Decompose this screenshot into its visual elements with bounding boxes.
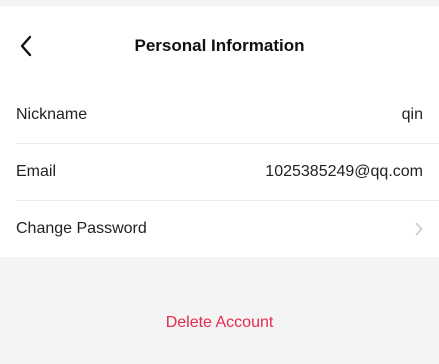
- page-title: Personal Information: [134, 36, 305, 55]
- change-password-row[interactable]: Change Password: [0, 200, 439, 257]
- email-row[interactable]: Email 1025385249@qq.com: [0, 143, 439, 200]
- personal-information-screen: Personal Information Nickname qin Email …: [0, 0, 439, 364]
- change-password-label: Change Password: [16, 219, 147, 237]
- nickname-value: qin: [401, 105, 423, 123]
- chevron-right-icon: [409, 221, 423, 237]
- info-list: Nickname qin Email 1025385249@qq.com Cha…: [0, 86, 439, 257]
- email-label: Email: [16, 162, 57, 180]
- email-value: 1025385249@qq.com: [265, 162, 423, 180]
- nickname-row[interactable]: Nickname qin: [0, 86, 439, 143]
- navigation-bar: Personal Information: [0, 6, 439, 86]
- delete-account-section: Delete Account: [0, 264, 439, 364]
- nickname-label: Nickname: [16, 105, 88, 123]
- delete-account-button[interactable]: Delete Account: [0, 313, 439, 333]
